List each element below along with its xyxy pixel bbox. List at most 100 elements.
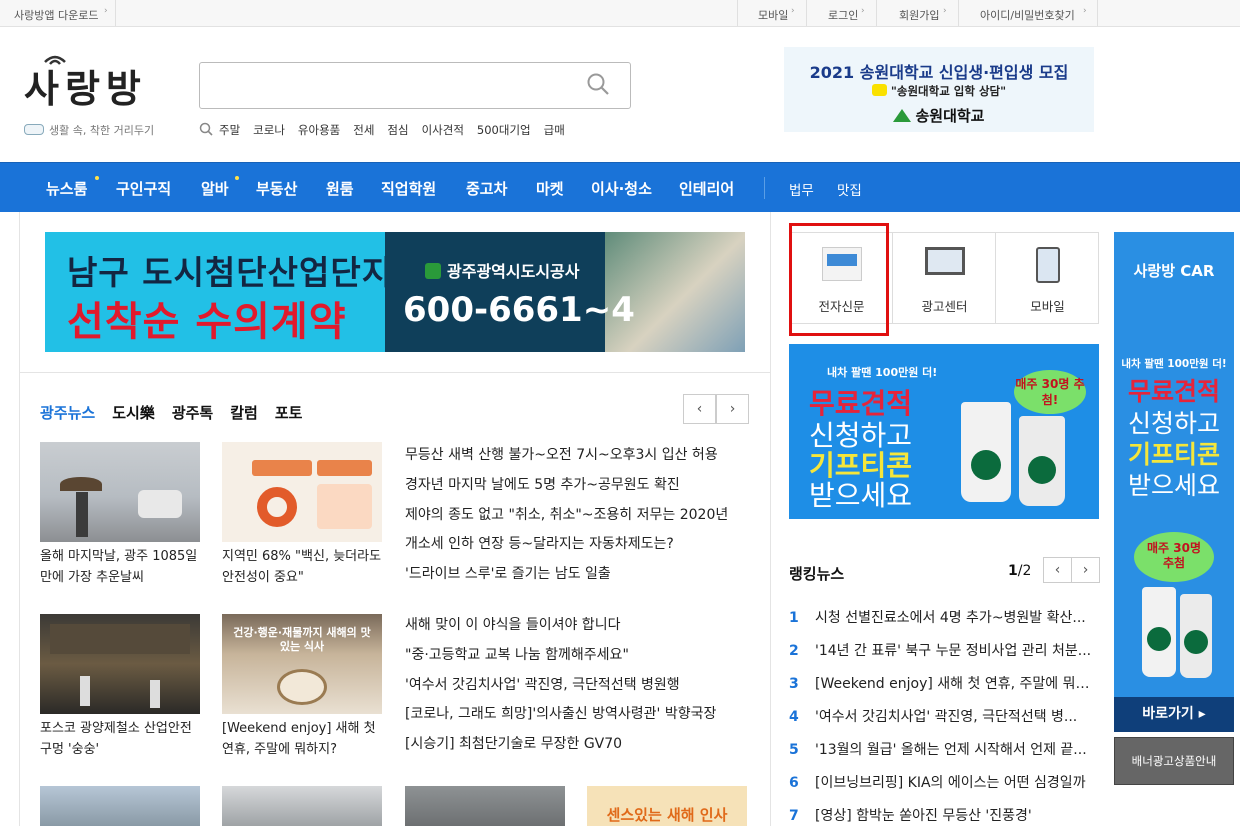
- ranking-item[interactable]: 2 '14년 간 표류' 북구 누문 정비사업 관리 처분...: [789, 640, 1099, 660]
- nav-item-moving[interactable]: 이사·청소: [591, 178, 652, 199]
- ranking-item[interactable]: 5 '13월의 월급' 올해는 언제 시작해서 언제 끝...: [789, 739, 1099, 759]
- ad-top-text: 내차 팔땐 100만원 더!: [827, 366, 938, 379]
- ranking-pagination: 1/2: [1008, 563, 1031, 579]
- login-link[interactable]: 로그인: [828, 7, 858, 23]
- side-banner-ad[interactable]: 사랑방 CAR 내차 팔땐 100만원 더! 무료견적 신청하고 기프티콘 받으…: [1114, 232, 1234, 732]
- headline-link[interactable]: 제야의 종도 없고 "취소, 취소"~조용히 저무는 2020년: [405, 504, 728, 524]
- nav-item-academy[interactable]: 직업학원: [381, 178, 436, 199]
- logo-slogan: 생활 속, 착한 거리두기: [24, 122, 154, 138]
- nav-item-parttime[interactable]: 알바: [201, 178, 229, 199]
- page-current: 1: [1008, 563, 1018, 579]
- keyword-link[interactable]: 코로나: [253, 122, 285, 138]
- quick-link-mobile[interactable]: 모바일: [996, 233, 1099, 323]
- search-input[interactable]: [199, 62, 631, 109]
- site-logo[interactable]: 사랑방 생활 속, 착한 거리두기: [24, 55, 164, 137]
- ad-brand-text: 송원대학교: [915, 107, 985, 125]
- tab-column[interactable]: 칼럼: [230, 402, 258, 423]
- nav-item-legal[interactable]: 법무: [789, 179, 814, 199]
- news-prev-button[interactable]: ‹: [683, 394, 716, 424]
- nav-item-market[interactable]: 마켓: [536, 178, 564, 199]
- news-photo[interactable]: [40, 614, 200, 714]
- side-ad-line-1: 무료견적: [1127, 377, 1220, 406]
- news-photo[interactable]: [40, 442, 200, 542]
- rank-number: 4: [789, 709, 799, 725]
- news-next-button[interactable]: ›: [716, 394, 749, 424]
- headline-link[interactable]: 새해 맞이 이 야식을 들이셔야 합니다: [405, 614, 620, 634]
- divider: [876, 0, 877, 26]
- keyword-link[interactable]: 점심: [387, 122, 408, 138]
- signup-link[interactable]: 회원가입: [899, 7, 939, 23]
- mobile-link[interactable]: 모바일: [758, 7, 788, 23]
- keyword-link[interactable]: 주말: [219, 122, 240, 138]
- headline-link[interactable]: '여수서 갓김치사업' 곽진영, 극단적선택 병원행: [405, 674, 680, 694]
- news-caption[interactable]: 올해 마지막날, 광주 1085일만에 가장 추운날씨: [40, 546, 205, 588]
- tab-city[interactable]: 도시樂: [112, 402, 155, 423]
- nav-item-interior[interactable]: 인테리어: [679, 178, 734, 199]
- headline-link[interactable]: '드라이브 스루'로 즐기는 남도 일출: [405, 563, 611, 583]
- nav-item-oneroom[interactable]: 원룸: [326, 178, 354, 199]
- chevron-right-icon: ›: [861, 6, 865, 16]
- keyword-link[interactable]: 전세: [353, 122, 374, 138]
- ranking-item[interactable]: 6 [이브닝브리핑] KIA의 에이스는 어떤 심경일까: [789, 772, 1099, 792]
- keyword-link[interactable]: 500대기업: [477, 122, 531, 138]
- ranking-item[interactable]: 7 [영상] 함박눈 쏟아진 무등산 '진풍경': [789, 805, 1099, 825]
- app-download-link[interactable]: 사랑방앱 다운로드: [14, 7, 98, 23]
- banner-line-2: 선착순 수의계약: [67, 299, 347, 345]
- tab-gwangju-news[interactable]: 광주뉴스: [40, 402, 95, 423]
- headline-link[interactable]: 무등산 새벽 산행 불가~오전 7시~오후3시 입산 허용: [405, 444, 718, 464]
- headline-link[interactable]: 개소세 인하 연장 등~달라지는 자동차제도는?: [405, 533, 674, 553]
- news-photo[interactable]: [40, 786, 200, 826]
- headline-link[interactable]: [시승기] 최첨단기술로 무장한 GV70: [405, 733, 622, 753]
- quick-link-ad-center[interactable]: 광고센터: [893, 233, 996, 323]
- nav-item-jobs[interactable]: 구인구직: [116, 178, 171, 199]
- headline-link[interactable]: [코로나, 그래도 희망]'의사출신 방역사령관' 박향국장: [405, 703, 716, 723]
- ranking-item[interactable]: 1 시청 선별진료소에서 4명 추가~병원발 확산...: [789, 607, 1099, 627]
- nav-item-newsroom[interactable]: 뉴스룸: [46, 178, 87, 199]
- side-ad-brand: 사랑방 CAR: [1133, 262, 1215, 280]
- side-ad-go-button[interactable]: 바로가기 ▸: [1114, 697, 1234, 732]
- news-photo[interactable]: [222, 442, 382, 542]
- news-photo[interactable]: 건강·행운·재물까지 새해의 맛있는 식사: [222, 614, 382, 714]
- top-utility-bar: 사랑방앱 다운로드 › 모바일 › 로그인 › 회원가입 › 아이디/비밀번호찾…: [0, 0, 1240, 27]
- headline-link[interactable]: "중·고등학교 교복 나눔 함께해주세요": [405, 644, 629, 664]
- factory-structure: [50, 624, 190, 654]
- news-photo[interactable]: [405, 786, 565, 826]
- rank-number: 6: [789, 775, 799, 791]
- news-photo[interactable]: [222, 786, 382, 826]
- nav-item-realestate[interactable]: 부동산: [256, 178, 297, 199]
- ranking-prev-button[interactable]: ‹: [1043, 557, 1072, 583]
- news-caption[interactable]: [Weekend enjoy] 새해 첫 연휴, 주말에 뭐하지?: [222, 718, 387, 760]
- infographic-box: [317, 484, 372, 529]
- tab-photo[interactable]: 포토: [275, 402, 303, 423]
- main-banner-ad[interactable]: 남구 도시첨단산업단지 선착순 수의계약 광주광역시도시공사 600-6661~…: [45, 232, 745, 352]
- ad-headline: 2021 송원대학교 신입생·편입생 모집: [809, 63, 1069, 82]
- tab-gwangju-talk[interactable]: 광주톡: [172, 402, 213, 423]
- top-banner-ad[interactable]: 2021 송원대학교 신입생·편입생 모집 "송원대학교 입학 상담" 송원대학…: [784, 47, 1094, 132]
- search-icon[interactable]: [586, 72, 610, 96]
- headline-link[interactable]: 경자년 마지막 날에도 5명 추가~공무원도 확진: [405, 474, 680, 494]
- ad-brand: 송원대학교: [784, 105, 1094, 126]
- main-navigation: 뉴스룸 구인구직 알바 부동산 원룸 직업학원 중고차 마켓 이사·청소 인테리…: [0, 162, 1240, 212]
- news-caption[interactable]: 지역민 68% "백신, 늦더라도 안전성이 중요": [222, 546, 387, 588]
- rank-text: 시청 선별진료소에서 4명 추가~병원발 확산...: [815, 610, 1086, 626]
- keyword-link[interactable]: 급매: [544, 122, 565, 138]
- photo-overlay-text: 건강·행운·재물까지 새해의 맛있는 식사: [233, 626, 371, 653]
- keyword-link[interactable]: 이사견적: [422, 122, 464, 138]
- org-logo-icon: [425, 263, 441, 279]
- banner-ad-info-button[interactable]: 배너광고상품안내: [1114, 737, 1234, 785]
- nav-item-restaurant[interactable]: 맛집: [837, 179, 862, 199]
- keyword-link[interactable]: 유아용품: [298, 122, 340, 138]
- nav-item-usedcar[interactable]: 중고차: [466, 178, 507, 199]
- coffee-cup-shape: [1019, 416, 1065, 506]
- ranking-item[interactable]: 4 '여수서 갓김치사업' 곽진영, 극단적선택 병...: [789, 706, 1099, 726]
- ranking-next-button[interactable]: ›: [1071, 557, 1100, 583]
- rank-number: 3: [789, 676, 799, 692]
- new-dot-icon: [235, 176, 239, 180]
- find-account-link[interactable]: 아이디/비밀번호찾기: [980, 7, 1075, 23]
- news-photo[interactable]: 센스있는 새해 인사: [587, 786, 747, 826]
- car-sale-ad[interactable]: 내차 팔땐 100만원 더! 무료견적 신청하고 기프티콘 받으세요 매주 30…: [789, 344, 1099, 519]
- photo-overlay-text: 센스있는 새해 인사: [606, 806, 728, 824]
- news-caption[interactable]: 포스코 광양제철소 산업안전 구멍 '숭숭': [40, 718, 205, 760]
- side-ad-line-4: 받으세요: [1127, 471, 1220, 500]
- ranking-item[interactable]: 3 [Weekend enjoy] 새해 첫 연휴, 주말에 뭐하지?: [789, 673, 1099, 693]
